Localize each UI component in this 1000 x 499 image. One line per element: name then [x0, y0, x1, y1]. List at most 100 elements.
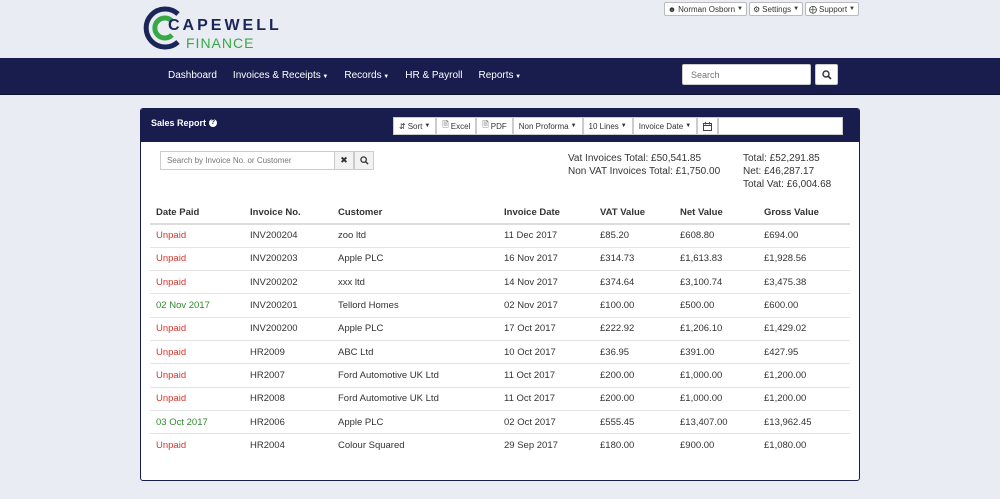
report-toolbar: ⇵ Sort ▼ 🗎 Excel 🗎 PDF Non Proforma ▼ 10 Line…: [393, 117, 844, 135]
vat-value-cell: £222.92: [594, 316, 674, 341]
proforma-label: Non Proforma: [518, 121, 569, 131]
column-header[interactable]: Date Paid: [150, 202, 244, 225]
invoice-search-button[interactable]: [354, 151, 374, 170]
search-icon: [359, 156, 369, 165]
date-paid-cell: Unpaid: [150, 386, 244, 411]
invoice-date-cell: 11 Oct 2017: [498, 363, 594, 388]
customer-cell: Ford Automotive UK Ltd: [332, 386, 498, 411]
column-header[interactable]: Invoice No.: [244, 202, 332, 225]
excel-export-button[interactable]: 🗎 Excel: [436, 117, 477, 135]
gross-value-cell: £1,200.00: [758, 363, 850, 388]
table-header-row: Date Paid Invoice No. Customer Invoice D…: [150, 202, 850, 225]
vat-value-cell: £555.45: [594, 409, 674, 434]
nav-dashboard-label: Dashboard: [168, 70, 217, 81]
capewell-logo[interactable]: CAPEWELL FINANCE: [141, 5, 279, 51]
customer-cell: xxx ltd: [332, 270, 498, 294]
table-row[interactable]: Unpaid HR2004 Colour Squared 29 Sep 2017 £18…: [150, 433, 850, 457]
sales-report-panel: Sales Report ? ⇵ Sort ▼ 🗎 Excel 🗎 PDF Non Pr…: [140, 108, 860, 481]
vat-value-cell: £85.20: [594, 223, 674, 248]
customer-cell: Apple PLC: [332, 246, 498, 271]
date-range-input[interactable]: [718, 117, 844, 135]
caret-down-icon: ▼: [737, 6, 743, 12]
user-icon: ☻: [667, 4, 677, 14]
date-paid-cell: Unpaid: [150, 433, 244, 457]
nav-reports[interactable]: Reports ▼: [470, 59, 529, 92]
column-header[interactable]: Net Value: [674, 202, 758, 225]
invoice-date-cell: 16 Nov 2017: [498, 246, 594, 271]
invoice-number-cell: HR2006: [244, 409, 332, 434]
invoice-search-input[interactable]: [160, 151, 336, 170]
proforma-filter-dropdown[interactable]: Non Proforma ▼: [512, 117, 583, 135]
column-header[interactable]: Invoice Date: [498, 202, 594, 225]
vat-value-cell: £314.73: [594, 246, 674, 271]
customer-cell: ABC Ltd: [332, 339, 498, 364]
global-search-button[interactable]: [815, 64, 838, 85]
vat-value-cell: £180.00: [594, 433, 674, 457]
pdf-export-button[interactable]: 🗎 PDF: [476, 117, 513, 135]
caret-down-icon: ▼: [793, 6, 800, 12]
nav-hr-payroll[interactable]: HR & Payroll: [397, 59, 470, 92]
table-row[interactable]: 02 Nov 2017 INV200201 Tellord Homes 02 Nov …: [150, 293, 850, 318]
caret-down-icon: ▼: [570, 123, 577, 129]
column-header[interactable]: Gross Value: [758, 202, 850, 225]
invoice-date-cell: 10 Oct 2017: [498, 339, 594, 364]
pdf-file-icon: 🗎: [482, 120, 489, 129]
table-row[interactable]: Unpaid INV200203 Apple PLC 16 Nov 2017 £314.…: [150, 246, 850, 271]
user-account-button[interactable]: ☻ Norman Osborn ▼: [663, 2, 747, 16]
gross-value-cell: £3,475.38: [758, 270, 850, 294]
help-icon[interactable]: ?: [209, 119, 218, 127]
sort-icon: ⇵: [399, 121, 406, 131]
gross-value-cell: £1,200.00: [758, 386, 850, 411]
nav-dashboard[interactable]: Dashboard: [160, 59, 225, 92]
panel-header: Sales Report ? ⇵ Sort ▼ 🗎 Excel 🗎 PDF Non Pr…: [141, 109, 859, 142]
support-button[interactable]: ⨁ Support ▼: [805, 2, 859, 16]
date-paid-cell: Unpaid: [150, 316, 244, 341]
table-row[interactable]: Unpaid HR2007 Ford Automotive UK Ltd 11 Oct…: [150, 363, 850, 388]
table-row[interactable]: Unpaid HR2009 ABC Ltd 10 Oct 2017 £36.95 £391…: [150, 339, 850, 364]
customer-cell: zoo ltd: [332, 223, 498, 248]
date-field-dropdown[interactable]: Invoice Date ▼: [632, 117, 698, 135]
invoice-date-cell: 11 Dec 2017: [498, 223, 594, 248]
column-header[interactable]: Customer: [332, 202, 498, 225]
table-row[interactable]: Unpaid INV200204 zoo ltd 11 Dec 2017 £85.20 £…: [150, 223, 850, 248]
user-name-label: Norman Osborn: [678, 4, 736, 14]
settings-button[interactable]: ⚙ Settings ▼: [748, 2, 804, 16]
table-row[interactable]: 03 Oct 2017 HR2006 Apple PLC 02 Oct 2017 £55…: [150, 409, 850, 434]
clear-search-button[interactable]: ✖: [334, 151, 354, 170]
sort-button[interactable]: ⇵ Sort ▼: [393, 117, 437, 135]
table-row[interactable]: Unpaid INV200200 Apple PLC 17 Oct 2017 £222.…: [150, 316, 850, 341]
invoice-number-cell: HR2007: [244, 363, 332, 388]
date-paid-cell: 02 Nov 2017: [150, 293, 244, 318]
date-paid-cell: Unpaid: [150, 223, 244, 248]
net-total: Net: £46,287.17: [743, 166, 815, 177]
net-value-cell: £1,000.00: [674, 386, 758, 411]
customer-cell: Apple PLC: [332, 409, 498, 434]
nav-records[interactable]: Records ▼: [336, 59, 397, 92]
invoice-number-cell: HR2009: [244, 339, 332, 364]
nav-menu: Dashboard Invoices & Receipts ▼ Records …: [160, 58, 529, 95]
search-icon: [821, 69, 832, 80]
calendar-button[interactable]: [697, 117, 719, 135]
date-paid-cell: Unpaid: [150, 246, 244, 271]
gross-value-cell: £1,429.02: [758, 316, 850, 341]
caret-down-icon: ▼: [849, 6, 855, 12]
date-paid-cell: Unpaid: [150, 363, 244, 388]
caret-down-icon: ▼: [513, 74, 522, 80]
nav-invoices-receipts[interactable]: Invoices & Receipts ▼: [225, 59, 336, 92]
caret-down-icon: ▼: [685, 123, 692, 129]
table-row[interactable]: Unpaid HR2008 Ford Automotive UK Ltd 11 Oct…: [150, 386, 850, 411]
table-row[interactable]: Unpaid INV200202 xxx ltd 14 Nov 2017 £374.64…: [150, 270, 850, 294]
lifebuoy-icon: ⨁: [809, 4, 818, 14]
lines-dropdown[interactable]: 10 Lines ▼: [582, 117, 633, 135]
invoice-number-cell: HR2004: [244, 433, 332, 457]
top-bar: CAPEWELL FINANCE ☻ Norman Osborn ▼ ⚙ Set…: [0, 0, 1000, 58]
excel-label: Excel: [450, 121, 471, 131]
column-header[interactable]: VAT Value: [594, 202, 674, 225]
caret-down-icon: ▼: [620, 123, 627, 129]
support-label: Support: [819, 4, 848, 14]
global-search-input[interactable]: [682, 64, 811, 85]
nav-hr-label: HR & Payroll: [405, 70, 463, 81]
invoice-number-cell: INV200200: [244, 316, 332, 341]
invoice-number-cell: INV200203: [244, 246, 332, 271]
invoice-number-cell: INV200202: [244, 270, 332, 294]
